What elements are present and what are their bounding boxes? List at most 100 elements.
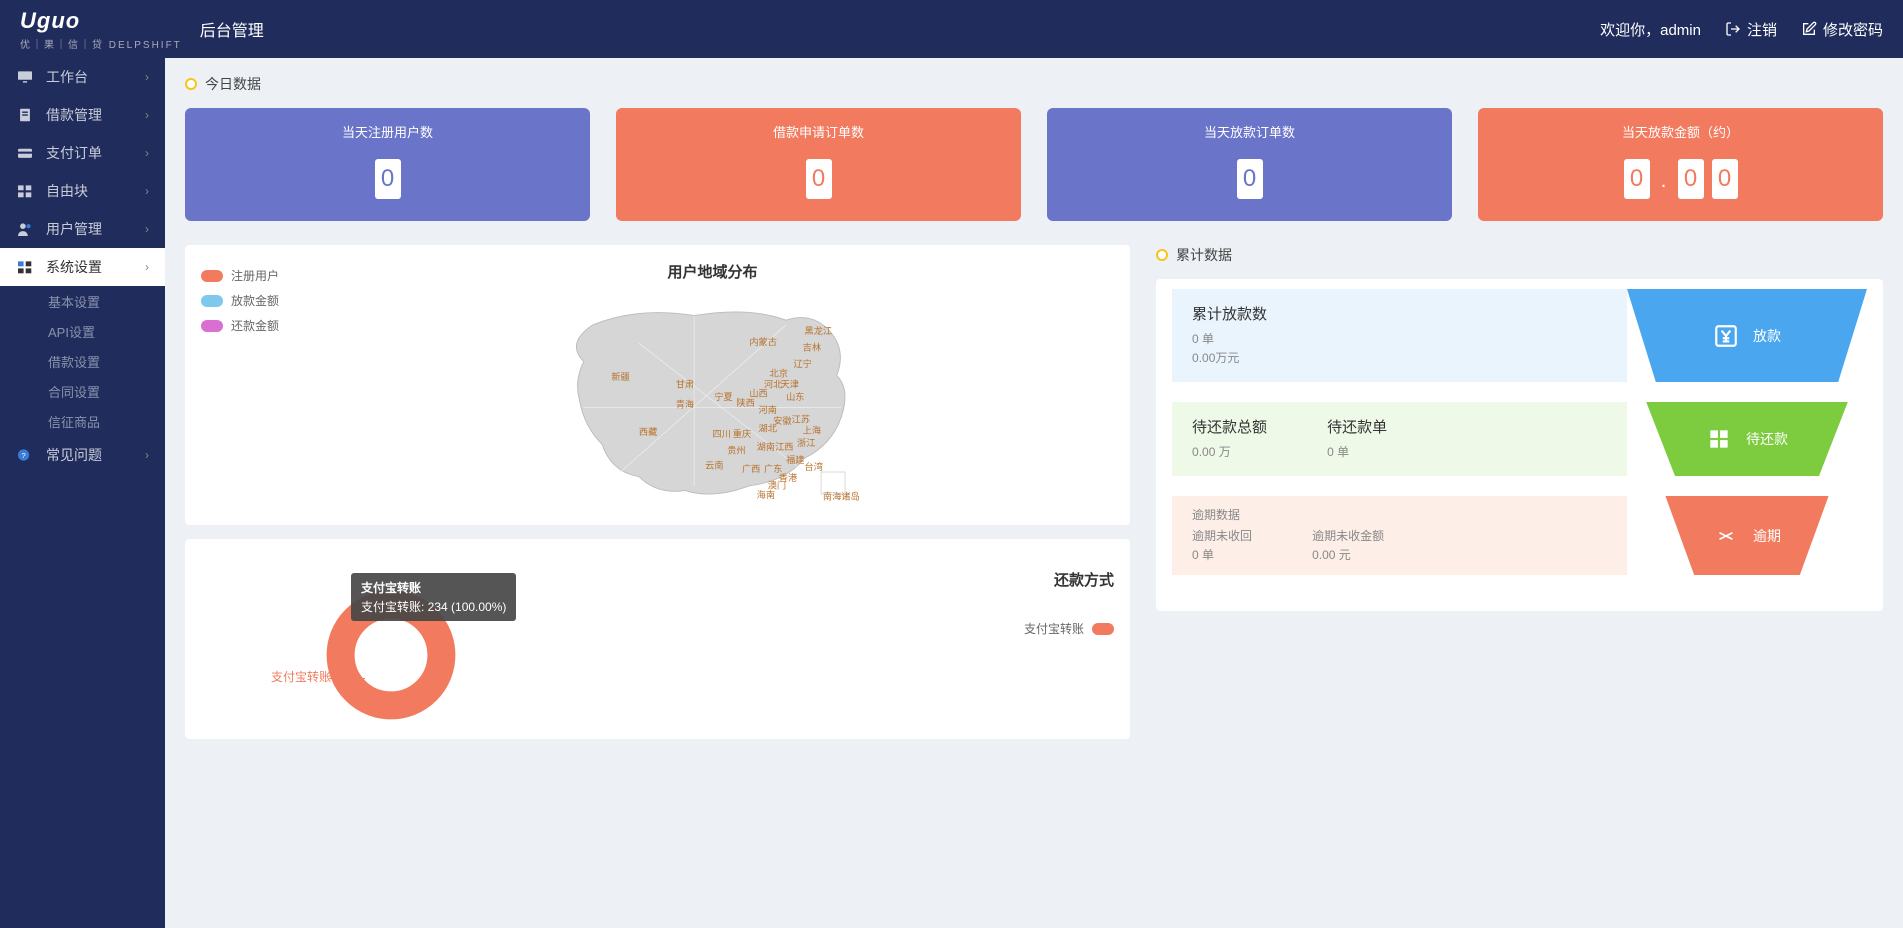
legend-pill-icon — [201, 295, 223, 307]
sidebar: 工作台 › 借款管理 › 支付订单 › 自由块 › 用户管理 › 系统设置 › — [0, 58, 165, 928]
section-title-text: 累计数据 — [1176, 245, 1232, 265]
svg-text:山东: 山东 — [786, 391, 804, 402]
logo-main: Uguo — [20, 8, 182, 34]
sidebar-item-workbench[interactable]: 工作台 › — [0, 58, 165, 96]
grid2-icon — [16, 260, 34, 274]
svg-text:江西: 江西 — [775, 442, 793, 452]
tooltip-title: 支付宝转账 — [361, 579, 506, 596]
chevron-right-icon: › — [145, 222, 149, 236]
logo-sub: 优｜果｜信｜贷 DELPSHIFT — [20, 36, 182, 51]
legend-item[interactable]: 注册用户 — [201, 267, 311, 284]
sidebar-item-label: 支付订单 — [46, 143, 145, 163]
sidebar-sub-api[interactable]: API设置 — [0, 316, 165, 346]
stat-value: 0 — [1047, 159, 1452, 199]
svg-text:甘肃: 甘肃 — [676, 378, 694, 389]
funnel-right: 逾期 — [1627, 496, 1867, 575]
legend-pill-icon — [201, 320, 223, 332]
china-map[interactable]: 黑龙江 吉林 辽宁 内蒙古 北京 天津 河北 山西 山东 河南 陕西 宁夏 — [311, 288, 1114, 518]
funnel-left: 累计放款数0 单0.00万元 — [1172, 289, 1627, 382]
sidebar-sub-contract[interactable]: 合同设置 — [0, 376, 165, 406]
svg-text:南海诸岛: 南海诸岛 — [823, 491, 860, 502]
map-title: 用户地域分布 — [311, 261, 1114, 282]
svg-text:宁夏: 宁夏 — [714, 391, 732, 402]
stat-title: 当天注册用户数 — [185, 122, 590, 141]
funnel-col-title: 逾期未收金额 — [1312, 527, 1384, 544]
dot-icon — [1156, 249, 1168, 261]
svg-text:吉林: 吉林 — [803, 342, 821, 353]
stat-card: 当天放款订单数0 — [1047, 108, 1452, 221]
stat-row: 当天注册用户数0借款申请订单数0当天放款订单数0当天放款金额（约）0.00 — [185, 108, 1883, 221]
funnel-col-value: 0.00 万 — [1192, 443, 1267, 460]
svg-text:西藏: 西藏 — [639, 426, 657, 437]
svg-text:安徽: 安徽 — [773, 415, 791, 426]
card-icon — [16, 146, 34, 160]
legend-item[interactable]: 放款金额 — [201, 292, 311, 309]
main-content: 今日数据 当天注册用户数0借款申请订单数0当天放款订单数0当天放款金额（约）0.… — [165, 58, 1903, 928]
svg-text:云南: 云南 — [705, 459, 723, 470]
svg-text:江苏: 江苏 — [792, 413, 810, 424]
funnel-right: 放款 — [1627, 289, 1867, 382]
sidebar-sub-loan[interactable]: 借款设置 — [0, 346, 165, 376]
sidebar-item-settings[interactable]: 系统设置 › — [0, 248, 165, 286]
sidebar-item-label: 用户管理 — [46, 219, 145, 239]
chevron-right-icon: › — [145, 448, 149, 462]
header: Uguo 优｜果｜信｜贷 DELPSHIFT 后台管理 欢迎你，admin 注销… — [0, 0, 1903, 58]
svg-text:澳门: 澳门 — [768, 480, 786, 491]
cumulative-section-title: 累计数据 — [1156, 245, 1883, 265]
svg-text:内蒙古: 内蒙古 — [749, 336, 777, 347]
funnel-left: 逾期数据逾期未收回0 单逾期未收金额0.00 元 — [1172, 496, 1627, 575]
svg-text:天津: 天津 — [781, 379, 799, 389]
legend-label: 放款金额 — [231, 292, 279, 309]
svg-text:台湾: 台湾 — [805, 461, 823, 472]
pie-legend-item[interactable]: 支付宝转账 — [974, 620, 1114, 637]
logout-icon — [1725, 21, 1741, 37]
legend-item[interactable]: 还款金额 — [201, 317, 311, 334]
pie-tooltip: 支付宝转账 支付宝转账: 234 (100.00%) — [351, 573, 516, 621]
funnel-col-value: 0 单 — [1327, 443, 1387, 460]
doc-icon — [16, 108, 34, 122]
sidebar-item-loan[interactable]: 借款管理 › — [0, 96, 165, 134]
sidebar-item-faq[interactable]: ? 常见问题 › — [0, 436, 165, 474]
sidebar-sub-basic[interactable]: 基本设置 — [0, 286, 165, 316]
section-title-text: 今日数据 — [205, 74, 261, 94]
stat-title: 借款申请订单数 — [616, 122, 1021, 141]
funnel-col-title: 待还款单 — [1327, 416, 1387, 437]
legend-pill-icon — [1092, 623, 1114, 635]
funnel-row: 逾期数据逾期未收回0 单逾期未收金额0.00 元逾期 — [1172, 496, 1867, 575]
funnel-col-value: 0 单 — [1192, 330, 1267, 347]
stat-value: 0 — [616, 159, 1021, 199]
legend-label: 注册用户 — [231, 267, 279, 284]
funnel-left: 待还款总额0.00 万待还款单0 单 — [1172, 402, 1627, 476]
sidebar-item-label: 工作台 — [46, 67, 145, 87]
sidebar-item-freeblock[interactable]: 自由块 › — [0, 172, 165, 210]
funnel-col-value: 0.00 元 — [1312, 546, 1384, 563]
welcome-text: 欢迎你，admin — [1600, 19, 1701, 40]
chevron-right-icon: › — [145, 70, 149, 84]
svg-text:贵州: 贵州 — [727, 445, 745, 456]
svg-text:四川: 四川 — [713, 429, 731, 439]
system-name: 后台管理 — [200, 17, 264, 41]
svg-text:辽宁: 辽宁 — [793, 358, 811, 369]
sidebar-sub-credit[interactable]: 信征商品 — [0, 406, 165, 436]
svg-text:浙江: 浙江 — [797, 437, 815, 448]
pie-legend-label: 支付宝转账 — [1024, 620, 1084, 637]
logo: Uguo 优｜果｜信｜贷 DELPSHIFT 后台管理 — [20, 8, 264, 51]
sidebar-item-users[interactable]: 用户管理 › — [0, 210, 165, 248]
pie-title: 还款方式 — [974, 569, 1114, 590]
logout-label: 注销 — [1747, 19, 1777, 40]
dot-icon — [185, 78, 197, 90]
svg-text:陕西: 陕西 — [736, 397, 754, 408]
logout-button[interactable]: 注销 — [1725, 19, 1777, 40]
pie-slice-label: 支付宝转账 — [271, 668, 331, 685]
stat-value: 0 — [185, 159, 590, 199]
sidebar-item-label: 借款管理 — [46, 105, 145, 125]
funnel-col-value: 0 单 — [1192, 546, 1252, 563]
change-password-button[interactable]: 修改密码 — [1801, 19, 1883, 40]
svg-text:福建: 福建 — [786, 454, 804, 465]
sidebar-item-payment[interactable]: 支付订单 › — [0, 134, 165, 172]
grid-icon — [16, 184, 34, 198]
help-icon: ? — [16, 448, 34, 462]
legend-label: 还款金额 — [231, 317, 279, 334]
svg-text:?: ? — [21, 451, 25, 460]
change-password-label: 修改密码 — [1823, 19, 1883, 40]
